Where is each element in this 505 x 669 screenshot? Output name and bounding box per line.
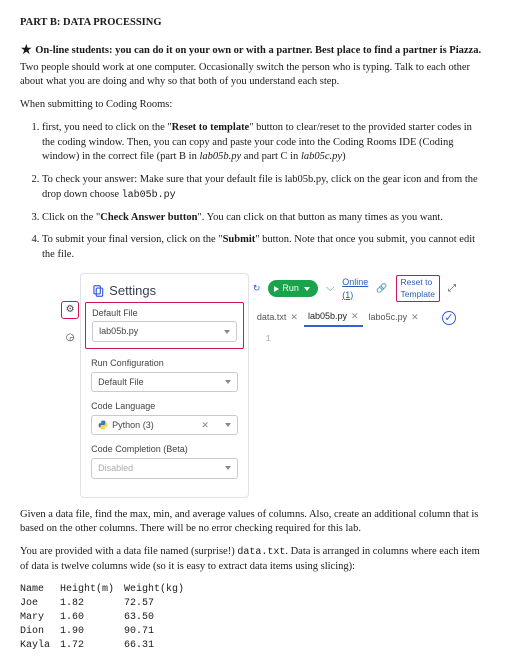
task-para-2: You are provided with a data file named … (20, 545, 485, 575)
intro-rest: Two people should work at one computer. … (20, 62, 470, 88)
table-header-row: Name Height(m) Weight(kg) (20, 583, 194, 597)
lang-value: Python (3) (112, 419, 154, 432)
editor-side: ↻ Run ⌵ Online (1) 🔗 Reset to Template ⤢… (249, 273, 460, 498)
wifi-icon: ⌵ (326, 281, 334, 296)
check-icon[interactable]: ✓ (442, 311, 456, 325)
run-config-value: Default File (98, 376, 144, 389)
run-button[interactable]: Run (268, 280, 318, 297)
close-icon[interactable]: ✕ (351, 310, 359, 323)
ide-screenshot: ⚙ ◶ Settings Default File lab05b.py Run … (60, 273, 460, 498)
default-file-value: lab05b.py (99, 325, 138, 338)
line-gutter: 1 (253, 333, 277, 494)
clear-lang-icon[interactable]: ✕ (201, 419, 209, 432)
tab-data-txt[interactable]: data.txt✕ (253, 309, 302, 326)
expand-icon[interactable]: ⤢ (448, 282, 456, 296)
online-link[interactable]: Online (1) (342, 276, 368, 301)
step-1: first, you need to click on the "Reset t… (42, 121, 485, 165)
run-config-label: Run Configuration (91, 357, 238, 370)
table-row: Mary1.6063.50 (20, 611, 194, 625)
table-row: Kayla1.7266.31 (20, 639, 194, 653)
step-2: To check your answer: Make sure that you… (42, 173, 485, 203)
toolbar: ↻ Run ⌵ Online (1) 🔗 Reset to Template ⤢ (249, 273, 460, 307)
completion-value: Disabled (98, 462, 133, 475)
intro-paragraph: ★ On-line students: you can do it on you… (20, 41, 485, 90)
code-editor[interactable]: 1 (249, 329, 460, 498)
step-4: To submit your final version, click on t… (42, 233, 485, 262)
copy-icon (91, 284, 105, 298)
reset-to-template-button[interactable]: Reset to Template (396, 275, 440, 303)
default-file-select[interactable]: lab05b.py (92, 321, 237, 342)
default-file-highlight: Default File lab05b.py (85, 302, 244, 349)
step-3: Click on the "Check Answer button". You … (42, 211, 485, 226)
star-icon: ★ (20, 43, 33, 58)
close-icon[interactable]: ✕ (411, 311, 419, 324)
gear-icon[interactable]: ⚙ (61, 301, 79, 319)
tab-lab05c[interactable]: labo5c.py✕ (365, 309, 423, 326)
settings-panel: Settings Default File lab05b.py Run Conf… (80, 273, 249, 498)
lang-select[interactable]: Python (3) ✕ (91, 415, 238, 436)
completion-label: Code Completion (Beta) (91, 443, 238, 456)
section-heading: PART B: DATA PROCESSING (20, 16, 485, 31)
clock-icon[interactable]: ◶ (61, 329, 79, 347)
tab-lab05b[interactable]: lab05b.py✕ (304, 308, 363, 327)
completion-select[interactable]: Disabled (91, 458, 238, 479)
refresh-icon[interactable]: ↻ (253, 282, 261, 295)
settings-title: Settings (91, 282, 238, 300)
submit-heading: When submitting to Coding Rooms: (20, 98, 485, 113)
lang-label: Code Language (91, 400, 238, 413)
left-icon-rail: ⚙ ◶ (60, 273, 80, 498)
run-config-select[interactable]: Default File (91, 372, 238, 393)
close-icon[interactable]: ✕ (290, 311, 298, 324)
task-para-1: Given a data file, find the max, min, an… (20, 508, 485, 537)
file-tabs: data.txt✕ lab05b.py✕ labo5c.py✕ ✓ (249, 306, 460, 329)
link-icon[interactable]: 🔗 (376, 282, 387, 295)
table-row: Joe1.8272.57 (20, 597, 194, 611)
steps-list: first, you need to click on the "Reset t… (42, 121, 485, 263)
python-icon (98, 420, 108, 430)
intro-bold: On-line students: you can do it on your … (35, 45, 481, 56)
default-file-label: Default File (92, 307, 237, 320)
data-table: Name Height(m) Weight(kg) Joe1.8272.57 M… (20, 583, 194, 653)
table-row: Dion1.9090.71 (20, 625, 194, 639)
